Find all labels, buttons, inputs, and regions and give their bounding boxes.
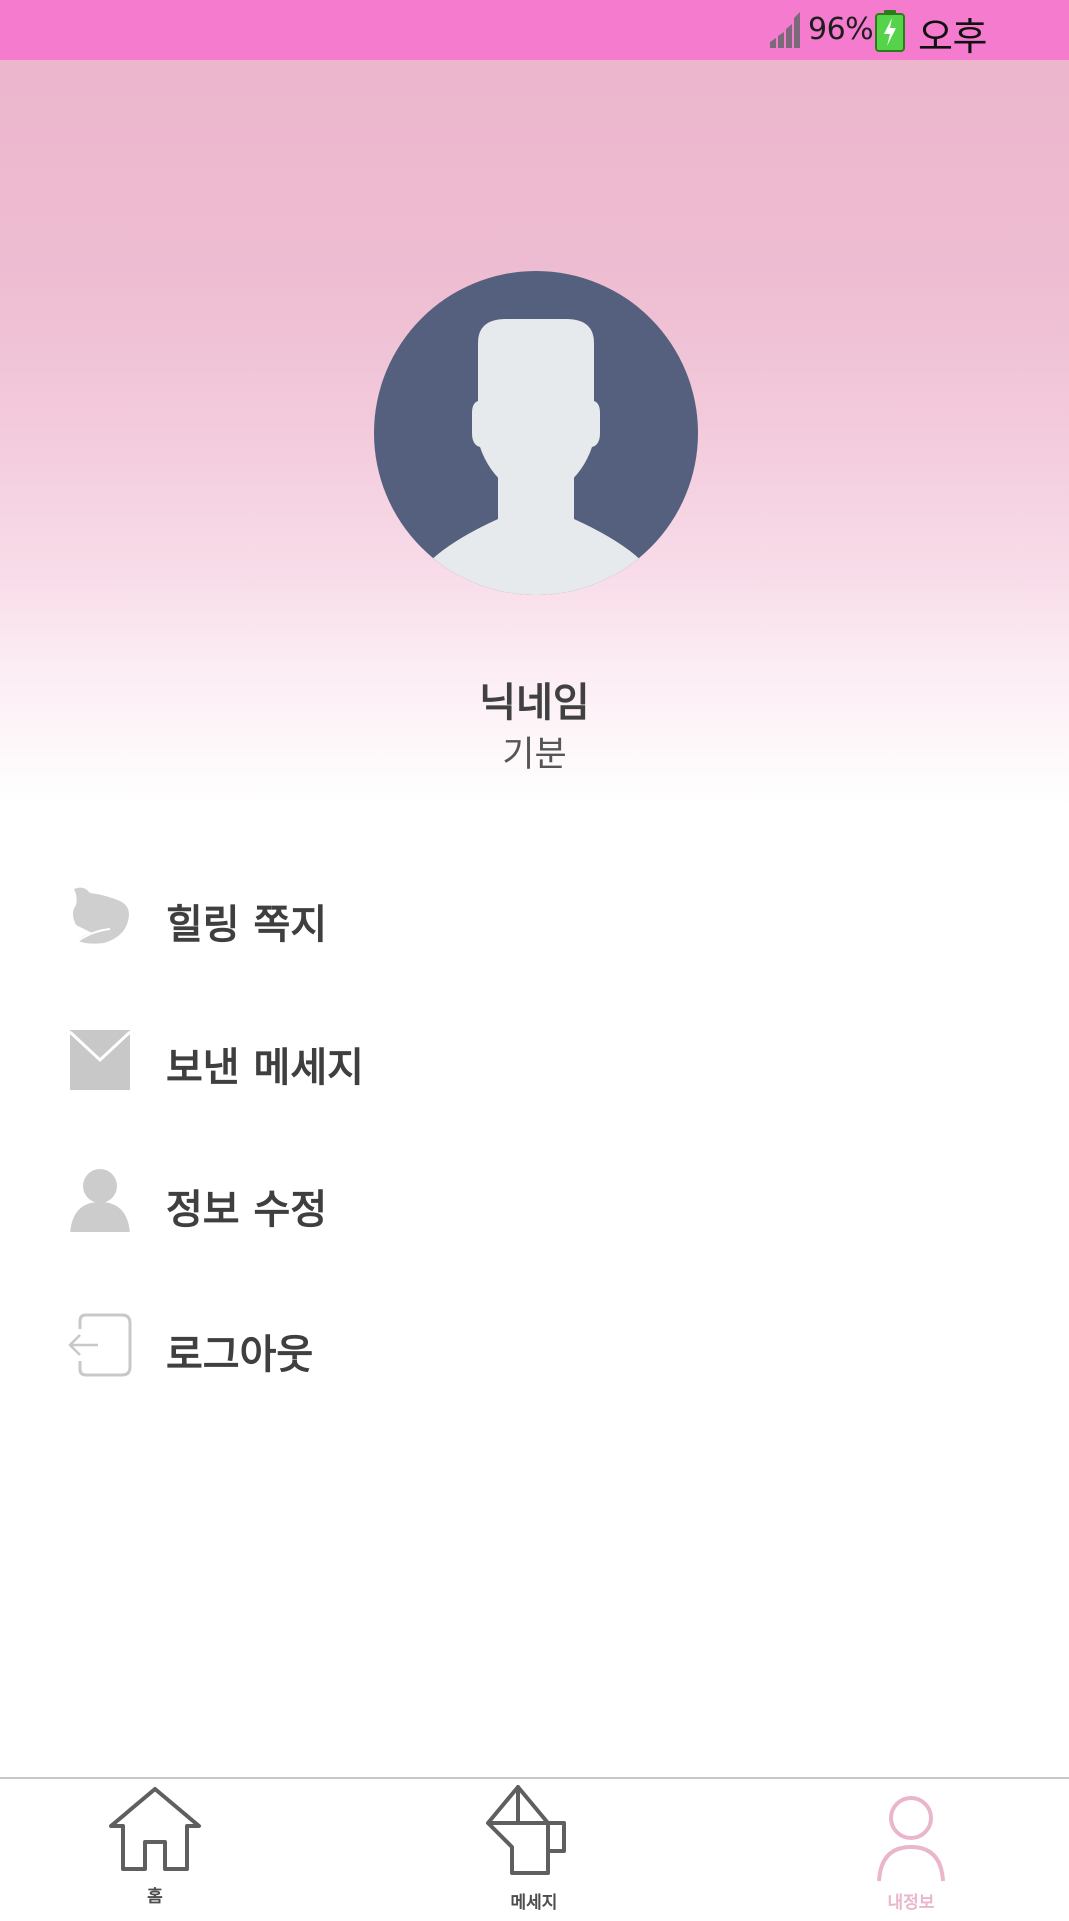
home-icon bbox=[109, 1787, 201, 1871]
user-icon bbox=[877, 1796, 945, 1882]
leaf-icon bbox=[73, 887, 129, 944]
menu-item-logout[interactable]: 로그아웃 bbox=[0, 1290, 1069, 1400]
nickname: 닉네임 bbox=[479, 680, 590, 726]
status-bar: 96% 오후 2:06 bbox=[0, 0, 1069, 105]
nav-label-message: 메세지 bbox=[510, 1893, 558, 1913]
battery-percent: 96% bbox=[808, 12, 874, 47]
mood-text: 기분 bbox=[502, 735, 567, 775]
menu-label-logout: 로그아웃 bbox=[166, 1332, 314, 1378]
menu-label-edit-info: 정보 수정 bbox=[166, 1187, 328, 1233]
envelope-icon bbox=[68, 1030, 132, 1090]
nav-message[interactable]: 메세지 bbox=[474, 1779, 594, 1921]
logout-icon bbox=[68, 1313, 132, 1377]
paper-boat-icon bbox=[486, 1785, 566, 1875]
person-icon bbox=[70, 1169, 130, 1232]
menu-item-sent-messages[interactable]: 보낸 메세지 bbox=[0, 1003, 1069, 1113]
nav-my-info[interactable]: 내정보 bbox=[851, 1779, 971, 1921]
nav-label-home: 홈 bbox=[147, 1887, 163, 1907]
menu-label-healing-note: 힐링 쪽지 bbox=[166, 902, 328, 948]
nav-label-my-info: 내정보 bbox=[887, 1893, 935, 1913]
default-avatar-icon[interactable] bbox=[374, 271, 698, 595]
menu-item-edit-info[interactable]: 정보 수정 bbox=[0, 1145, 1069, 1255]
menu-label-sent-messages: 보낸 메세지 bbox=[166, 1045, 364, 1091]
nav-home[interactable]: 홈 bbox=[95, 1779, 215, 1921]
signal-icon bbox=[770, 12, 800, 48]
menu-item-healing-note[interactable]: 힐링 쪽지 bbox=[0, 860, 1069, 970]
battery-charging-icon bbox=[875, 10, 905, 52]
profile-header: 닉네임 기분 bbox=[0, 60, 1069, 805]
bottom-navigation: 홈 메세지 내정보 bbox=[0, 1777, 1069, 1921]
